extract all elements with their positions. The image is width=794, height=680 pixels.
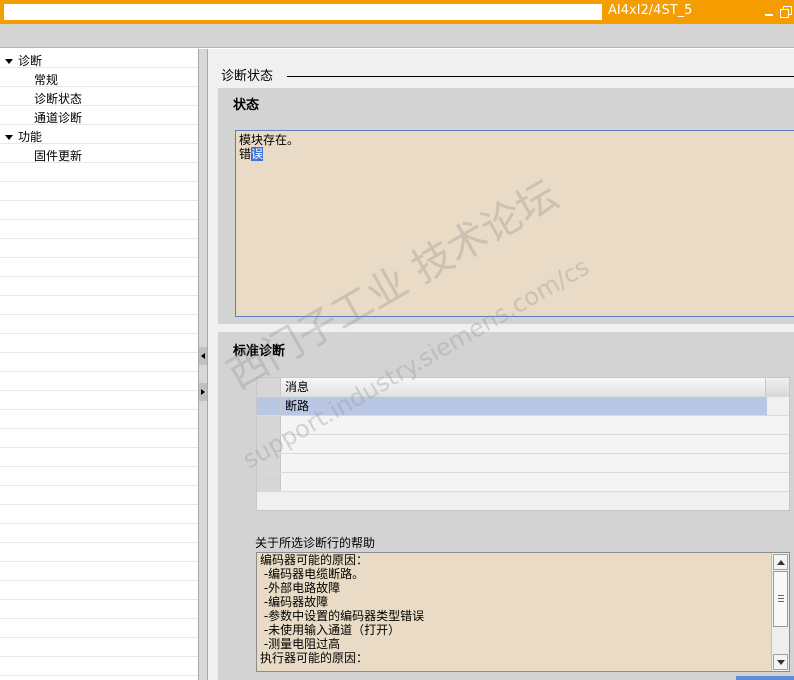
table-row[interactable] [257,454,789,473]
thumb-grip [778,598,784,599]
nav-item-firmware-update[interactable]: 固件更新 [34,147,82,166]
nav-item-label: 功能 [18,130,43,144]
section-divider [287,76,794,77]
nav-item-diagnostics[interactable]: 诊断 [0,52,198,71]
expand-arrow-icon[interactable] [5,135,13,140]
status-line-2: 错误 [239,147,791,161]
expand-right-icon[interactable] [199,383,207,401]
status-panel-title: 状态 [233,98,260,113]
scroll-down-icon[interactable] [773,654,788,670]
nav-item-general[interactable]: 常规 [34,71,58,90]
selected-text: 误 [251,147,264,161]
help-text: 编码器可能的原因： -编码器电缆断路。 -外部电路故障 -编码器故障 -参数中设… [260,553,425,665]
status-line-2-prefix: 错 [239,147,252,161]
nav-item-diagnostic-status[interactable]: 诊断状态 [34,90,82,109]
help-label: 关于所选诊断行的帮助 [255,536,376,550]
row-header[interactable] [257,473,281,491]
table-cell[interactable] [281,473,789,491]
help-scrollbar[interactable] [771,553,789,671]
table-cell[interactable] [281,435,789,453]
minimize-icon[interactable] [762,4,776,18]
restore-icon[interactable] [778,4,792,18]
table-cell[interactable] [281,454,789,472]
nav-item-functions[interactable]: 功能 [0,128,198,147]
thumb-grip [778,601,784,602]
table-cell[interactable] [281,416,789,434]
nav-item-label: 诊断 [18,54,43,68]
title-input-area [4,4,602,20]
left-navigation: 诊断 常规 诊断状态 通道诊断 功能 固件更新 [0,49,198,680]
row-header[interactable] [257,397,281,415]
splitter[interactable] [198,49,208,680]
column-header-end [765,378,789,396]
title-bar: AI4xI2/4ST_5 [0,0,794,24]
scroll-up-icon[interactable] [773,554,788,570]
expand-arrow-icon[interactable] [5,59,13,64]
toolbar-strip [0,24,794,48]
table-row[interactable] [257,435,789,454]
thumb-grip [778,595,784,596]
nav-item-channel-diagnostics[interactable]: 通道诊断 [34,109,82,128]
collapse-left-icon[interactable] [199,347,207,365]
window-title: AI4xI2/4ST_5 [608,3,693,18]
section-header: 诊断状态 [221,69,274,84]
table-row[interactable] [257,473,789,492]
help-text-box[interactable]: 编码器可能的原因： -编码器电缆断路。 -外部电路故障 -编码器故障 -参数中设… [256,552,790,672]
status-line-1: 模块存在。 [239,133,300,147]
bottom-button-edge[interactable] [736,676,794,680]
scroll-thumb[interactable] [773,571,788,627]
